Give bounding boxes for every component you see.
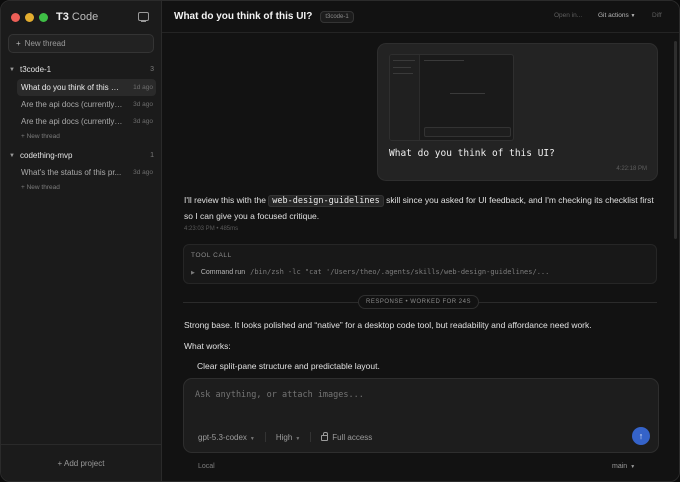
screenshot-line	[424, 60, 464, 61]
plus-icon: +	[16, 39, 21, 48]
app-window: T3 Code + New thread ▼ t3code-1 3 What d…	[0, 0, 680, 482]
lock-icon	[321, 431, 329, 441]
message-input[interactable]	[195, 390, 615, 400]
divider	[264, 432, 266, 442]
assistant-message: I'll review this with the web-design-gui…	[184, 193, 654, 224]
zoom-window-button[interactable]	[39, 12, 48, 22]
thread-item[interactable]: What do you think of this UI? 1d ago	[17, 79, 156, 96]
send-button[interactable]: ↑	[632, 427, 650, 445]
app-name: T3 Code	[56, 11, 99, 23]
environment-label[interactable]: Local	[198, 463, 215, 470]
message-meta: 4:23:03 PM • 485ms	[184, 226, 239, 232]
thread-count: 1	[150, 152, 154, 159]
chevron-down-icon: ▼	[295, 435, 301, 442]
project-name: codething-mvp	[20, 151, 73, 160]
add-project-button[interactable]: + Add project	[1, 444, 161, 481]
scrollbar[interactable]	[674, 41, 677, 239]
project-new-thread-link[interactable]: + New thread	[21, 184, 60, 191]
git-actions-button[interactable]: Git actions ▼	[598, 12, 635, 19]
page-title: What do you think of this UI?	[174, 11, 313, 22]
repo-badge: t3code-1	[320, 10, 354, 23]
model-label: gpt-5.3-codex	[198, 432, 247, 442]
thread-item[interactable]: What's the status of this pr... 3d ago	[17, 164, 156, 181]
response-paragraph: What works:	[184, 341, 231, 351]
response-list-item: Clear split-pane structure and predictab…	[197, 361, 380, 371]
access-select[interactable]: Full access	[321, 431, 373, 442]
minimize-window-button[interactable]	[25, 12, 34, 22]
thread-age: 3d ago	[133, 118, 153, 125]
tool-action: Command run	[200, 269, 246, 276]
access-label: Full access	[332, 432, 373, 442]
attached-screenshot[interactable]	[389, 54, 514, 141]
assistant-text: I'll review this with the	[184, 195, 269, 205]
thread-item[interactable]: Are the api docs (currently ... 3d ago	[17, 113, 156, 130]
git-actions-label: Git actions	[598, 12, 629, 19]
thread-item[interactable]: Are the api docs (currently ... 3d ago	[17, 96, 156, 113]
project-t3code-1[interactable]: ▼ t3code-1 3	[9, 65, 154, 74]
thread-title: Are the api docs (currently ...	[21, 117, 123, 126]
composer: gpt-5.3-codex▼ High▼ Full access ↑	[183, 378, 659, 453]
effort-label: High	[275, 432, 293, 442]
thread-title: Are the api docs (currently ...	[21, 100, 123, 109]
user-message: What do you think of this UI? 4:22:18 PM	[377, 43, 658, 181]
thread-title: What do you think of this UI?	[21, 83, 123, 92]
main-panel: What do you think of this UI? t3code-1 O…	[162, 1, 679, 481]
titlebar: T3 Code	[1, 1, 161, 33]
branch-select[interactable]: main ▼	[612, 463, 635, 470]
project-name: t3code-1	[20, 65, 52, 74]
branch-label: main	[612, 463, 628, 470]
tool-command: /bin/zsh -lc "cat '/Users/theo/.agents/s…	[250, 268, 550, 276]
chevron-down-icon: ▼	[249, 435, 255, 442]
chevron-right-icon: ▶	[191, 270, 195, 276]
open-in-button[interactable]: Open in...	[554, 12, 582, 19]
response-paragraph: Strong base. It looks polished and “nati…	[184, 320, 592, 330]
chevron-down-icon: ▼	[630, 13, 636, 19]
tool-call-card: TOOL CALL ▶ Command run /bin/zsh -lc "ca…	[183, 244, 657, 284]
message-timestamp: 4:22:18 PM	[616, 166, 647, 172]
thread-age: 3d ago	[133, 101, 153, 108]
response-divider-label: RESPONSE • WORKED FOR 24S	[358, 295, 479, 309]
close-window-button[interactable]	[11, 12, 20, 22]
diff-button[interactable]: Diff	[652, 12, 662, 19]
project-new-thread-link[interactable]: + New thread	[21, 133, 60, 140]
screenshot-line	[393, 60, 415, 61]
thread-title: What's the status of this pr...	[21, 168, 122, 177]
effort-select[interactable]: High ▼	[276, 433, 300, 442]
tool-call-label: TOOL CALL	[191, 252, 232, 259]
tool-call-row[interactable]: ▶ Command run /bin/zsh -lc "cat '/Users/…	[191, 268, 549, 276]
sidebar: T3 Code + New thread ▼ t3code-1 3 What d…	[1, 1, 162, 481]
traffic-lights	[11, 12, 48, 22]
screenshot-line	[450, 93, 485, 94]
screenshot-composer	[424, 127, 511, 137]
chevron-down-icon: ▼	[630, 464, 636, 470]
skill-chip: web-design-guidelines	[268, 195, 384, 207]
thread-count: 3	[150, 66, 154, 73]
sidebar-toggle-icon[interactable]	[138, 12, 149, 22]
divider	[310, 432, 312, 442]
arrow-up-icon: ↑	[638, 431, 644, 441]
chevron-down-icon: ▼	[9, 66, 15, 73]
screenshot-line	[393, 73, 413, 74]
screenshot-line	[393, 67, 411, 68]
composer-toolbar: gpt-5.3-codex ▼ High ▼ Full access	[198, 431, 373, 442]
project-codething-mvp[interactable]: ▼ codething-mvp 1	[9, 151, 154, 160]
new-thread-button[interactable]: + New thread	[8, 34, 154, 53]
new-thread-label: New thread	[24, 39, 66, 48]
chevron-down-icon: ▼	[9, 152, 15, 159]
thread-age: 1d ago	[133, 84, 153, 91]
user-message-text: What do you think of this UI?	[389, 148, 555, 159]
thread-age: 3d ago	[133, 169, 153, 176]
model-select[interactable]: gpt-5.3-codex ▼	[198, 433, 255, 442]
